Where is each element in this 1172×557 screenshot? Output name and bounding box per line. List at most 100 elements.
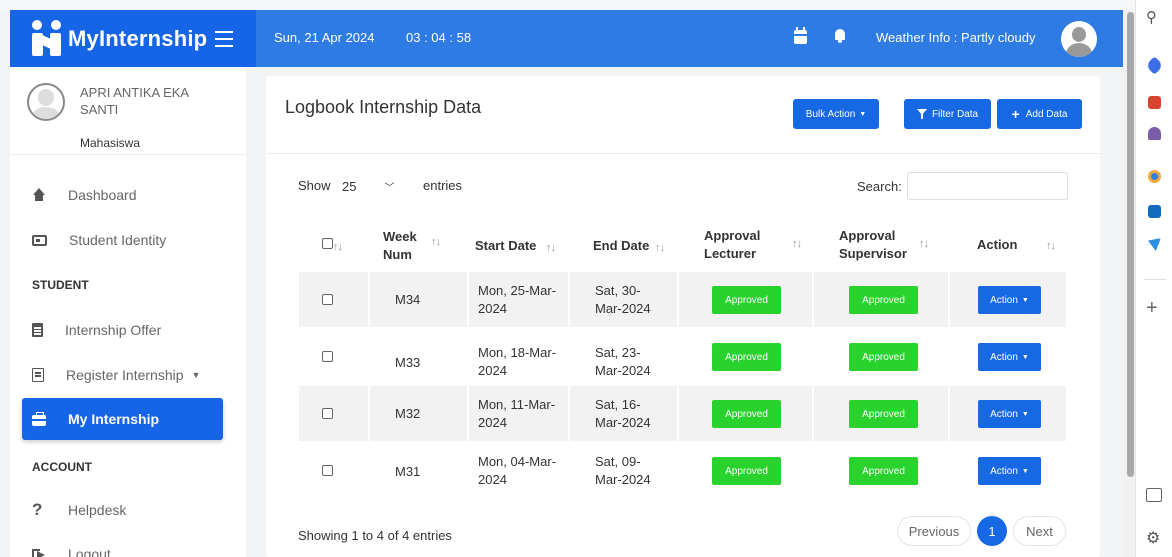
sort-icon[interactable]: ↑↓ bbox=[431, 236, 441, 248]
filter-data-button[interactable]: Filter Data bbox=[904, 99, 991, 129]
sidebar-heading-account: ACCOUNT bbox=[32, 460, 92, 474]
top-header: MyInternship Sun, 21 Apr 2024 03 : 04 : … bbox=[10, 10, 1132, 67]
add-data-label: Add Data bbox=[1025, 108, 1068, 120]
table-row: M31 Mon, 04-Mar-2024 Sat, 09-Mar-2024 Ap… bbox=[299, 443, 1066, 498]
status-badge: Approved bbox=[849, 400, 918, 428]
column-header-start-date[interactable]: Start Date bbox=[475, 237, 536, 255]
filter-icon bbox=[916, 109, 927, 119]
end-date-cell: Sat, 16-Mar-2024 bbox=[595, 397, 651, 430]
sort-icon[interactable]: ↑↓ bbox=[919, 238, 929, 250]
user-avatar[interactable] bbox=[1061, 21, 1097, 57]
bell-icon[interactable] bbox=[833, 28, 847, 44]
table-row: M32 Mon, 11-Mar-2024 Sat, 16-Mar-2024 Ap… bbox=[299, 386, 1066, 441]
row-action-button[interactable]: Action ▼ bbox=[978, 457, 1041, 485]
table-info: Showing 1 to 4 of 4 entries bbox=[298, 528, 452, 543]
row-action-label: Action bbox=[990, 351, 1018, 363]
sort-icon[interactable]: ↑↓ bbox=[333, 241, 343, 253]
end-date-cell: Sat, 23-Mar-2024 bbox=[595, 345, 651, 378]
sidebar-item-label: Logout bbox=[68, 546, 111, 557]
row-checkbox[interactable] bbox=[322, 294, 333, 305]
sidebar-item-label: Register Internship bbox=[66, 367, 184, 383]
brand-logo-icon bbox=[30, 19, 64, 58]
entries-value: 25 bbox=[342, 178, 357, 194]
briefcase-icon bbox=[32, 412, 46, 426]
start-date-cell: Mon, 04-Mar-2024 bbox=[478, 454, 557, 487]
table-row: M34 Mon, 25-Mar-2024 Sat, 30-Mar-2024 Ap… bbox=[299, 272, 1066, 327]
sidebar-item-dashboard[interactable]: Dashboard bbox=[22, 174, 223, 216]
hamburger-menu-icon[interactable] bbox=[215, 30, 234, 47]
row-checkbox[interactable] bbox=[322, 465, 333, 476]
row-action-label: Action bbox=[990, 294, 1018, 306]
status-badge: Approved bbox=[849, 457, 918, 485]
caret-down-icon: ▼ bbox=[859, 110, 867, 118]
previous-page-button[interactable]: Previous bbox=[897, 516, 971, 546]
add-icon[interactable]: + bbox=[1146, 297, 1158, 320]
show-label: Show bbox=[298, 178, 331, 193]
sidebar-profile: APRI ANTIKA EKA SANTI Mahasiswa bbox=[10, 67, 246, 155]
bulk-action-button[interactable]: Bulk Action ▼ bbox=[793, 99, 879, 129]
row-action-button[interactable]: Action ▼ bbox=[978, 400, 1041, 428]
row-action-button[interactable]: Action ▼ bbox=[978, 286, 1041, 314]
people-icon[interactable] bbox=[1148, 127, 1161, 140]
toolbar-divider bbox=[1144, 279, 1166, 280]
card-divider bbox=[266, 153, 1100, 154]
screenshot-icon[interactable] bbox=[1146, 488, 1162, 502]
profile-avatar bbox=[27, 83, 65, 121]
week-cell: M32 bbox=[395, 406, 421, 421]
row-checkbox[interactable] bbox=[322, 351, 333, 362]
browser-sidebar: ⚲ + ⚙ bbox=[1135, 0, 1172, 557]
sidebar-item-register-internship[interactable]: Register Internship ▼ bbox=[22, 354, 223, 396]
week-cell: M33 bbox=[395, 355, 421, 370]
sort-icon[interactable]: ↑↓ bbox=[1046, 240, 1056, 252]
sidebar-item-helpdesk[interactable]: ? Helpdesk bbox=[22, 489, 223, 531]
sidebar-item-label: Helpdesk bbox=[68, 502, 127, 518]
home-icon bbox=[32, 188, 46, 202]
search-icon[interactable]: ⚲ bbox=[1146, 8, 1157, 26]
search-input[interactable] bbox=[907, 172, 1068, 200]
sort-icon[interactable]: ↑↓ bbox=[546, 242, 556, 254]
brand[interactable]: MyInternship bbox=[10, 10, 256, 67]
gear-icon[interactable]: ⚙ bbox=[1146, 528, 1160, 548]
next-page-button[interactable]: Next bbox=[1013, 516, 1066, 546]
copilot-icon[interactable] bbox=[1148, 170, 1161, 183]
caret-down-icon: ▼ bbox=[1021, 353, 1029, 361]
tag-icon[interactable] bbox=[1145, 56, 1164, 75]
row-action-button[interactable]: Action ▼ bbox=[978, 343, 1041, 371]
send-icon[interactable] bbox=[1148, 238, 1161, 251]
row-checkbox[interactable] bbox=[322, 408, 333, 419]
column-header-week-num[interactable]: Week Num bbox=[383, 228, 423, 264]
sidebar-item-student-identity[interactable]: Student Identity bbox=[22, 219, 223, 261]
column-header-approval-supervisor[interactable]: Approval Supervisor bbox=[839, 227, 919, 263]
column-header-action[interactable]: Action bbox=[977, 236, 1017, 254]
header-time: 03 : 04 : 58 bbox=[406, 30, 472, 45]
sidebar-item-logout[interactable]: Logout bbox=[22, 533, 223, 557]
column-header-end-date[interactable]: End Date bbox=[593, 237, 649, 255]
sidebar-item-label: Student Identity bbox=[69, 232, 167, 248]
column-header-approval-lecturer[interactable]: Approval Lecturer bbox=[704, 227, 774, 263]
select-all-checkbox[interactable] bbox=[322, 238, 333, 249]
page-1-button[interactable]: 1 bbox=[977, 516, 1007, 546]
weather-info: Weather Info : Partly cloudy bbox=[876, 30, 1036, 45]
id-card-icon bbox=[32, 234, 47, 246]
sort-icon[interactable]: ↑↓ bbox=[792, 238, 802, 250]
scrollbar-thumb[interactable] bbox=[1127, 12, 1134, 477]
status-badge: Approved bbox=[712, 457, 781, 485]
status-badge: Approved bbox=[712, 400, 781, 428]
outlook-icon[interactable] bbox=[1148, 205, 1161, 218]
calendar-icon[interactable] bbox=[794, 27, 807, 44]
add-data-button[interactable]: + Add Data bbox=[997, 99, 1082, 129]
table-row: M33 Mon, 18-Mar-2024 Sat, 23-Mar-2024 Ap… bbox=[299, 329, 1066, 384]
plus-icon: + bbox=[1011, 106, 1020, 122]
status-badge: Approved bbox=[712, 286, 781, 314]
sidebar-item-internship-offer[interactable]: Internship Offer bbox=[22, 309, 223, 351]
profile-role: Mahasiswa bbox=[80, 136, 141, 150]
sort-icon[interactable]: ↑↓ bbox=[655, 242, 665, 254]
brand-name: MyInternship bbox=[68, 25, 208, 51]
entries-select[interactable]: 25 ﹀ bbox=[336, 175, 416, 197]
sidebar-item-my-internship[interactable]: My Internship bbox=[22, 398, 223, 440]
briefcase-icon[interactable] bbox=[1148, 96, 1161, 109]
search-label: Search: bbox=[857, 179, 902, 194]
profile-name: APRI ANTIKA EKA SANTI bbox=[80, 85, 189, 117]
status-badge: Approved bbox=[712, 343, 781, 371]
status-badge: Approved bbox=[849, 343, 918, 371]
